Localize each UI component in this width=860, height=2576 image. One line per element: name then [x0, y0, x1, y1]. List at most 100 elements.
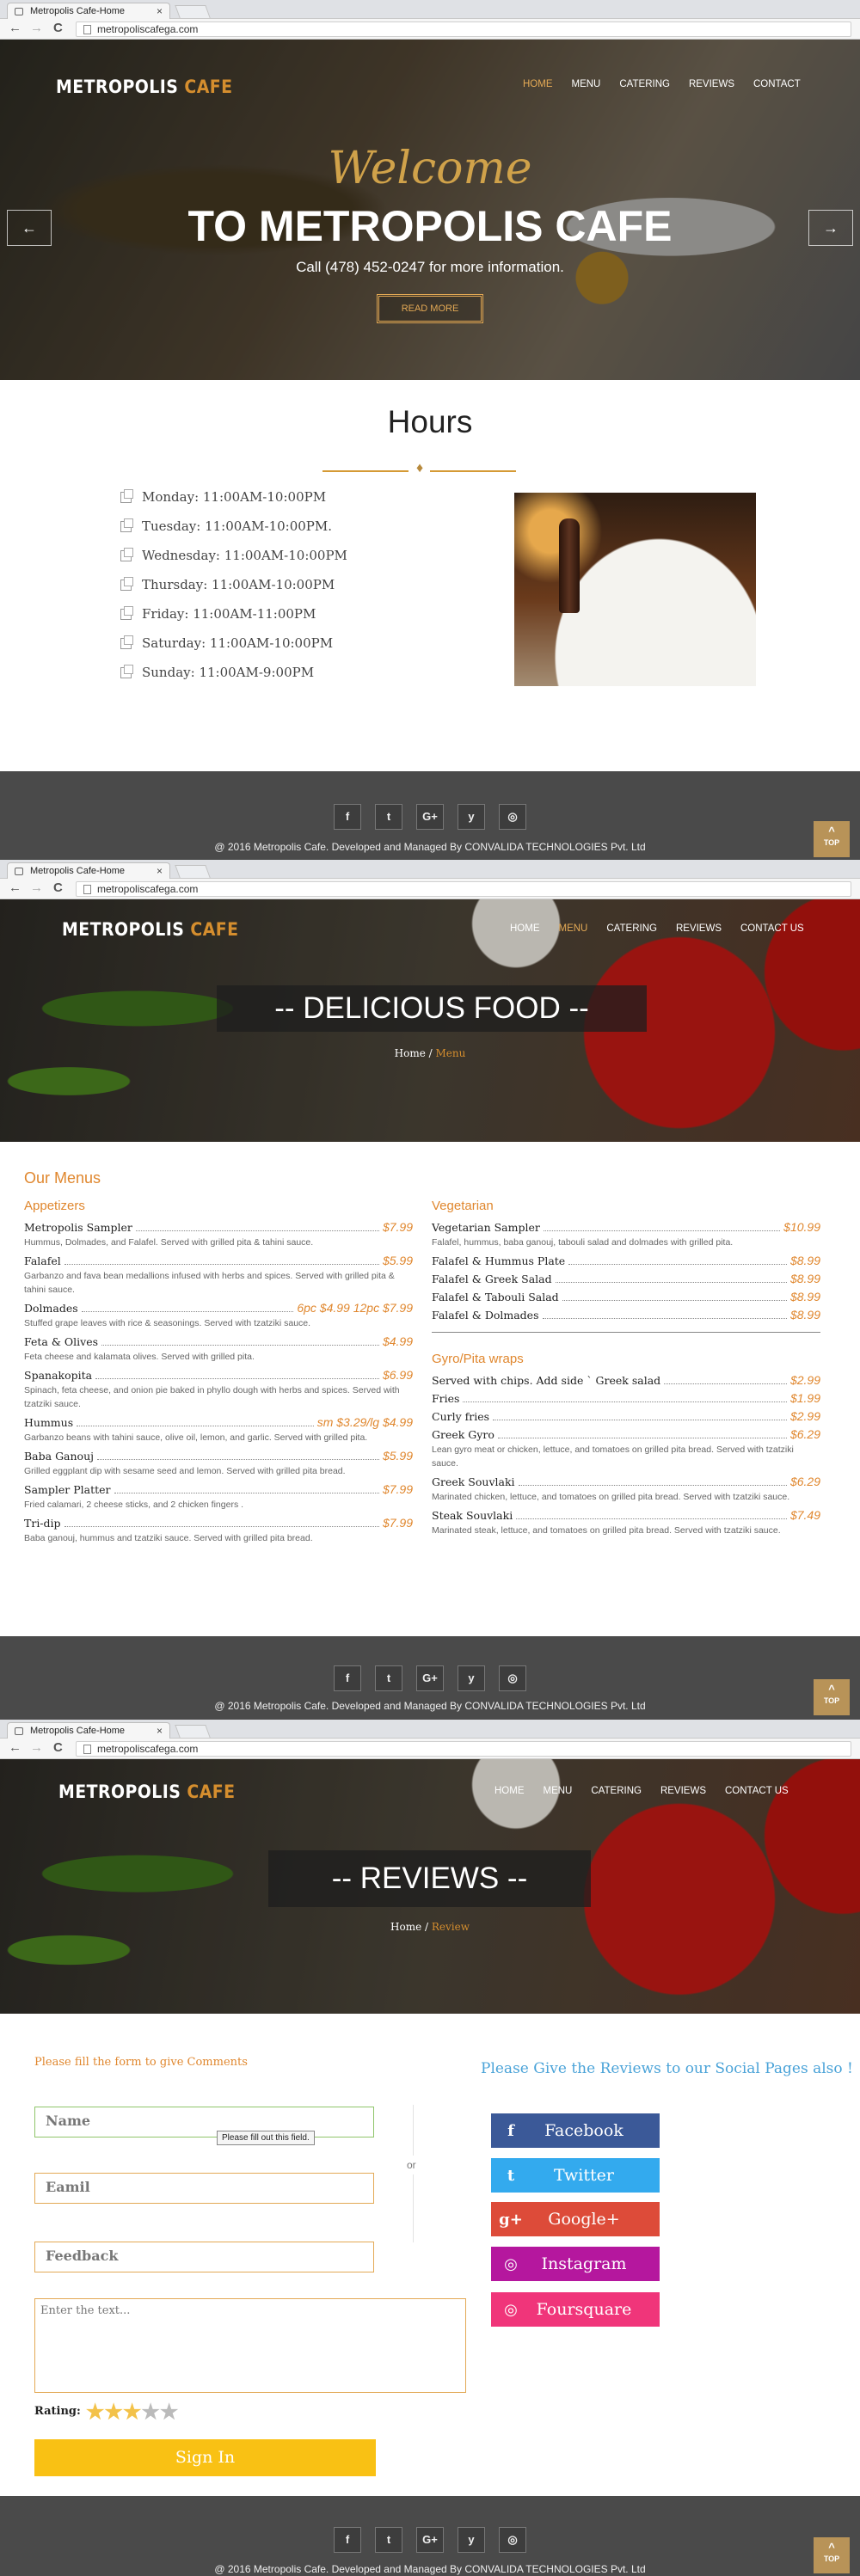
facebook-icon: f	[507, 2121, 514, 2140]
menu-item-row: Falafel & Hummus Plate $8.99	[432, 1254, 820, 1267]
site-logo[interactable]: METROPOLIS CAFE	[62, 919, 238, 940]
calendar-icon	[120, 664, 133, 678]
name-input[interactable]: Name	[34, 2107, 374, 2137]
star-icon[interactable]: ★	[123, 2399, 142, 2424]
google--button[interactable]: g+ Google+	[491, 2202, 660, 2236]
url-text: metropoliscafega.com	[97, 23, 199, 35]
nav-reviews[interactable]: REVIEWS	[666, 923, 731, 934]
url-field[interactable]: metropoliscafega.com	[76, 21, 851, 37]
banner-title: -- DELICIOUS FOOD --	[217, 985, 647, 1032]
menu-item: Feta & Olives $4.99 Feta cheese and kalama…	[24, 1334, 413, 1364]
read-more-button[interactable]: READ MORE	[377, 294, 483, 323]
google-plus-icon[interactable]: G+	[416, 804, 444, 830]
breadcrumb-home[interactable]: Home	[390, 1921, 421, 1933]
nav-catering[interactable]: CATERING	[581, 1786, 651, 1796]
sign-in-button[interactable]: Sign In	[34, 2439, 376, 2476]
facebook-button[interactable]: f Facebook	[491, 2113, 660, 2148]
back-arrow-icon[interactable]: ←	[9, 880, 22, 896]
site-logo[interactable]: METROPOLIS CAFE	[58, 1782, 235, 1802]
browser-tab-bar: Metropolis Cafe-Home ×	[0, 860, 860, 879]
facebook-icon[interactable]: f	[334, 804, 361, 830]
browser-tab[interactable]: Metropolis Cafe-Home ×	[7, 1722, 170, 1739]
yelp-icon[interactable]: y	[458, 2527, 485, 2553]
rating-stars[interactable]: ★★★★★	[86, 2399, 179, 2424]
menu-item: Sampler Platter $7.99 Fried calamari, 2 ch…	[24, 1482, 413, 1512]
copyright: @ 2016 Metropolis Cafe. Developed and Ma…	[214, 841, 646, 853]
url-field[interactable]: metropoliscafega.com	[76, 881, 851, 897]
google-plus-icon[interactable]: G+	[416, 2527, 444, 2553]
twitter-icon[interactable]: t	[375, 1665, 402, 1691]
url-text: metropoliscafega.com	[97, 1743, 199, 1755]
nav-home[interactable]: HOME	[513, 79, 562, 89]
new-tab-button[interactable]	[175, 1725, 211, 1738]
close-tab-icon[interactable]: ×	[157, 865, 163, 877]
facebook-icon[interactable]: f	[334, 1665, 361, 1691]
nav-catering[interactable]: CATERING	[610, 79, 679, 89]
google--icon: g+	[499, 2210, 523, 2229]
yelp-icon[interactable]: y	[458, 804, 485, 830]
comment-textarea[interactable]: Enter the text...	[34, 2298, 466, 2393]
rating-row: Rating: ★★★★★	[34, 2399, 178, 2424]
forward-arrow-icon[interactable]: →	[30, 21, 43, 36]
nav-menu[interactable]: MENU	[534, 1786, 582, 1796]
browser-tab[interactable]: Metropolis Cafe-Home ×	[7, 3, 170, 19]
back-to-top-button[interactable]: TOP	[814, 2537, 850, 2573]
facebook-icon[interactable]: f	[334, 2527, 361, 2553]
hours-item: Wednesday: 11:00AM-10:00PM	[120, 541, 347, 570]
star-icon[interactable]: ★	[104, 2399, 123, 2424]
hours-item: Thursday: 11:00AM-10:00PM	[120, 570, 347, 599]
nav-menu[interactable]: MENU	[562, 79, 611, 89]
forward-arrow-icon[interactable]: →	[30, 1740, 43, 1756]
banner-title: -- REVIEWS --	[268, 1850, 591, 1907]
nav-menu[interactable]: MENU	[550, 923, 598, 934]
reload-icon[interactable]: C	[53, 880, 63, 896]
new-tab-button[interactable]	[175, 5, 211, 18]
nav-contact[interactable]: CONTACT	[744, 79, 810, 89]
instagram-button[interactable]: ◎ Instagram	[491, 2247, 660, 2281]
google-plus-icon[interactable]: G+	[416, 1665, 444, 1691]
star-icon[interactable]: ★	[86, 2399, 105, 2424]
browser-tab[interactable]: Metropolis Cafe-Home ×	[7, 862, 170, 879]
nav-reviews[interactable]: REVIEWS	[679, 79, 744, 89]
menu-item: Hummus sm $3.29/lg $4.99 Garbanzo beans wi…	[24, 1415, 413, 1444]
social-button-label: Google+	[548, 2210, 620, 2229]
close-tab-icon[interactable]: ×	[157, 5, 163, 17]
nav-home[interactable]: HOME	[485, 1786, 534, 1796]
email-input[interactable]: Eamil	[34, 2173, 374, 2204]
star-icon[interactable]: ★	[141, 2399, 160, 2424]
twitter-icon[interactable]: t	[375, 2527, 402, 2553]
breadcrumb-home[interactable]: Home	[395, 1047, 426, 1059]
reload-icon[interactable]: C	[53, 1740, 63, 1756]
back-arrow-icon[interactable]: ←	[9, 21, 22, 36]
back-arrow-icon[interactable]: ←	[9, 1740, 22, 1756]
feedback-input[interactable]: Feedback	[34, 2242, 374, 2272]
yelp-icon[interactable]: y	[458, 1665, 485, 1691]
nav-catering[interactable]: CATERING	[597, 923, 666, 934]
nav-contact-us[interactable]: CONTACT US	[731, 923, 814, 934]
menu-item-description: Hummus, Dolmades, and Falafel. Served wi…	[24, 1237, 314, 1248]
back-to-top-button[interactable]: TOP	[814, 1679, 850, 1715]
nav-reviews[interactable]: REVIEWS	[651, 1786, 716, 1796]
nav-contact-us[interactable]: CONTACT US	[716, 1786, 798, 1796]
site-logo[interactable]: METROPOLIS CAFE	[56, 77, 232, 97]
instagram-icon[interactable]: ◎	[499, 2527, 526, 2553]
home-screenshot: Metropolis Cafe-Home × ← → C metropolisca…	[0, 0, 860, 860]
instagram-icon[interactable]: ◎	[499, 804, 526, 830]
reload-icon[interactable]: C	[53, 21, 63, 36]
back-to-top-button[interactable]: TOP	[814, 821, 850, 857]
new-tab-button[interactable]	[175, 865, 211, 878]
foursquare-button[interactable]: ◎ Foursquare	[491, 2292, 660, 2327]
menu-item-price: $7.99	[382, 1482, 413, 1496]
twitter-button[interactable]: t Twitter	[491, 2158, 660, 2193]
forward-arrow-icon[interactable]: →	[30, 880, 43, 896]
menu-item-description: Marinated chicken, lettuce, and tomatoes…	[432, 1492, 790, 1502]
menu-item-description: Lean gyro meat or chicken, lettuce, and …	[432, 1444, 794, 1469]
twitter-icon[interactable]: t	[375, 804, 402, 830]
nav-home[interactable]: HOME	[501, 923, 550, 934]
close-tab-icon[interactable]: ×	[157, 1725, 163, 1737]
hours-item: Saturday: 11:00AM-10:00PM	[120, 629, 347, 658]
menu-item-description: Fried calamari, 2 cheese sticks, and 2 c…	[24, 1500, 244, 1510]
url-field[interactable]: metropoliscafega.com	[76, 1741, 851, 1757]
instagram-icon[interactable]: ◎	[499, 1665, 526, 1691]
star-icon[interactable]: ★	[160, 2399, 179, 2424]
